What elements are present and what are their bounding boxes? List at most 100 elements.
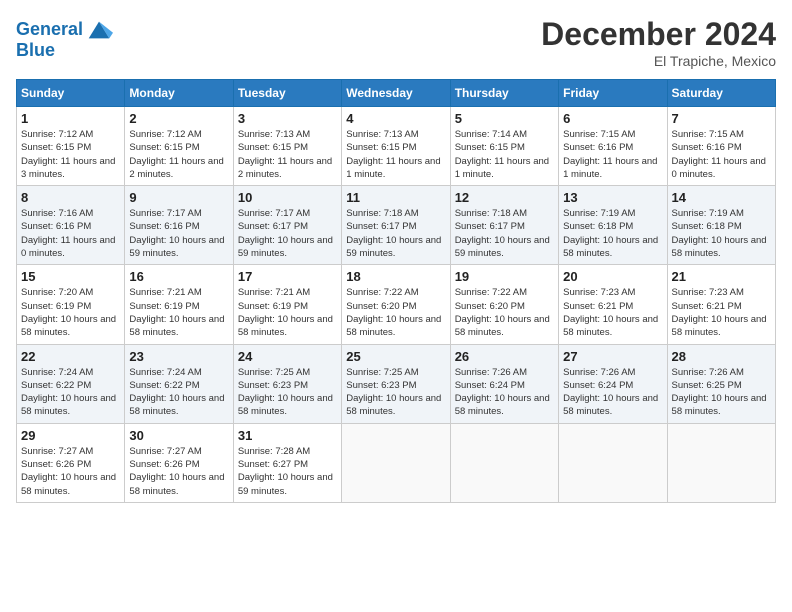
calendar-cell: 26 Sunrise: 7:26 AMSunset: 6:24 PMDayligh… <box>450 344 558 423</box>
calendar-cell: 4 Sunrise: 7:13 AMSunset: 6:15 PMDaylight… <box>342 107 450 186</box>
day-info: Sunrise: 7:28 AMSunset: 6:27 PMDaylight:… <box>238 445 337 498</box>
calendar-cell: 25Sunrise: 7:25 AMSunset: 6:23 PMDayligh… <box>342 344 450 423</box>
calendar-week-row: 1 Sunrise: 7:12 AMSunset: 6:15 PMDaylight… <box>17 107 776 186</box>
calendar-cell: 7 Sunrise: 7:15 AMSunset: 6:16 PMDaylight… <box>667 107 775 186</box>
month-title: December 2024 <box>541 16 776 53</box>
weekday-header-monday: Monday <box>125 80 233 107</box>
calendar-cell: 28Sunrise: 7:26 AMSunset: 6:25 PMDayligh… <box>667 344 775 423</box>
day-info: Sunrise: 7:12 AMSunset: 6:15 PMDaylight:… <box>129 128 228 181</box>
calendar-cell: 5 Sunrise: 7:14 AMSunset: 6:15 PMDaylight… <box>450 107 558 186</box>
day-number: 4 <box>346 111 445 126</box>
logo-text: General <box>16 19 83 41</box>
calendar-cell: 31 Sunrise: 7:28 AMSunset: 6:27 PMDayligh… <box>233 423 341 502</box>
day-info: Sunrise: 7:22 AMSunset: 6:20 PMDaylight:… <box>346 286 445 339</box>
day-info: Sunrise: 7:17 AMSunset: 6:17 PMDaylight:… <box>238 207 337 260</box>
day-info: Sunrise: 7:26 AMSunset: 6:24 PMDaylight:… <box>563 366 662 419</box>
calendar-cell: 29Sunrise: 7:27 AMSunset: 6:26 PMDayligh… <box>17 423 125 502</box>
day-number: 12 <box>455 190 554 205</box>
day-info: Sunrise: 7:20 AMSunset: 6:19 PMDaylight:… <box>21 286 120 339</box>
weekday-header-thursday: Thursday <box>450 80 558 107</box>
day-number: 24 <box>238 349 337 364</box>
day-number: 3 <box>238 111 337 126</box>
day-info: Sunrise: 7:18 AMSunset: 6:17 PMDaylight:… <box>346 207 445 260</box>
day-info: Sunrise: 7:16 AMSunset: 6:16 PMDaylight:… <box>21 207 120 260</box>
calendar-cell <box>667 423 775 502</box>
day-info: Sunrise: 7:12 AMSunset: 6:15 PMDaylight:… <box>21 128 120 181</box>
calendar-cell: 20 Sunrise: 7:23 AMSunset: 6:21 PMDayligh… <box>559 265 667 344</box>
day-number: 7 <box>672 111 771 126</box>
calendar-week-row: 8 Sunrise: 7:16 AMSunset: 6:16 PMDaylight… <box>17 186 776 265</box>
calendar-cell: 17 Sunrise: 7:21 AMSunset: 6:19 PMDayligh… <box>233 265 341 344</box>
day-number: 21 <box>672 269 771 284</box>
day-info: Sunrise: 7:14 AMSunset: 6:15 PMDaylight:… <box>455 128 554 181</box>
day-number: 2 <box>129 111 228 126</box>
day-number: 9 <box>129 190 228 205</box>
calendar-cell: 1 Sunrise: 7:12 AMSunset: 6:15 PMDaylight… <box>17 107 125 186</box>
calendar-cell: 13Sunrise: 7:19 AMSunset: 6:18 PMDayligh… <box>559 186 667 265</box>
day-number: 8 <box>21 190 120 205</box>
calendar-cell: 2 Sunrise: 7:12 AMSunset: 6:15 PMDaylight… <box>125 107 233 186</box>
day-number: 17 <box>238 269 337 284</box>
day-number: 29 <box>21 428 120 443</box>
day-number: 15 <box>21 269 120 284</box>
day-info: Sunrise: 7:27 AMSunset: 6:26 PMDaylight:… <box>129 445 228 498</box>
weekday-header-wednesday: Wednesday <box>342 80 450 107</box>
weekday-header-saturday: Saturday <box>667 80 775 107</box>
calendar-cell: 15 Sunrise: 7:20 AMSunset: 6:19 PMDayligh… <box>17 265 125 344</box>
calendar-cell: 18Sunrise: 7:22 AMSunset: 6:20 PMDayligh… <box>342 265 450 344</box>
calendar-cell: 24 Sunrise: 7:25 AMSunset: 6:23 PMDayligh… <box>233 344 341 423</box>
day-info: Sunrise: 7:13 AMSunset: 6:15 PMDaylight:… <box>346 128 445 181</box>
calendar-header-row: SundayMondayTuesdayWednesdayThursdayFrid… <box>17 80 776 107</box>
calendar-cell: 19Sunrise: 7:22 AMSunset: 6:20 PMDayligh… <box>450 265 558 344</box>
calendar-cell <box>450 423 558 502</box>
calendar-cell: 21 Sunrise: 7:23 AMSunset: 6:21 PMDayligh… <box>667 265 775 344</box>
logo: General Blue <box>16 16 113 61</box>
day-info: Sunrise: 7:23 AMSunset: 6:21 PMDaylight:… <box>563 286 662 339</box>
day-info: Sunrise: 7:17 AMSunset: 6:16 PMDaylight:… <box>129 207 228 260</box>
day-info: Sunrise: 7:26 AMSunset: 6:25 PMDaylight:… <box>672 366 771 419</box>
calendar-cell: 11 Sunrise: 7:18 AMSunset: 6:17 PMDayligh… <box>342 186 450 265</box>
calendar-cell: 14 Sunrise: 7:19 AMSunset: 6:18 PMDayligh… <box>667 186 775 265</box>
day-info: Sunrise: 7:22 AMSunset: 6:20 PMDaylight:… <box>455 286 554 339</box>
day-number: 1 <box>21 111 120 126</box>
calendar-cell <box>342 423 450 502</box>
calendar-cell: 16Sunrise: 7:21 AMSunset: 6:19 PMDayligh… <box>125 265 233 344</box>
day-number: 14 <box>672 190 771 205</box>
calendar-cell: 9 Sunrise: 7:17 AMSunset: 6:16 PMDaylight… <box>125 186 233 265</box>
calendar-cell: 23 Sunrise: 7:24 AMSunset: 6:22 PMDayligh… <box>125 344 233 423</box>
day-number: 23 <box>129 349 228 364</box>
calendar-cell: 3Sunrise: 7:13 AMSunset: 6:15 PMDaylight… <box>233 107 341 186</box>
day-number: 11 <box>346 190 445 205</box>
day-number: 30 <box>129 428 228 443</box>
calendar-table: SundayMondayTuesdayWednesdayThursdayFrid… <box>16 79 776 503</box>
calendar-week-row: 29 Sunrise: 7:27 AMSunset: 6:26 PMDayligh… <box>17 423 776 502</box>
calendar-week-row: 22 Sunrise: 7:24 AMSunset: 6:22 PMDayligh… <box>17 344 776 423</box>
day-info: Sunrise: 7:24 AMSunset: 6:22 PMDaylight:… <box>21 366 120 419</box>
day-info: Sunrise: 7:26 AMSunset: 6:24 PMDaylight:… <box>455 366 554 419</box>
logo-icon <box>85 16 113 44</box>
weekday-header-tuesday: Tuesday <box>233 80 341 107</box>
day-info: Sunrise: 7:19 AMSunset: 6:18 PMDaylight:… <box>672 207 771 260</box>
location-title: El Trapiche, Mexico <box>541 53 776 69</box>
day-number: 5 <box>455 111 554 126</box>
title-block: December 2024 El Trapiche, Mexico <box>541 16 776 69</box>
day-info: Sunrise: 7:24 AMSunset: 6:22 PMDaylight:… <box>129 366 228 419</box>
day-number: 31 <box>238 428 337 443</box>
day-number: 20 <box>563 269 662 284</box>
day-number: 6 <box>563 111 662 126</box>
calendar-cell: 30 Sunrise: 7:27 AMSunset: 6:26 PMDayligh… <box>125 423 233 502</box>
day-number: 13 <box>563 190 662 205</box>
calendar-cell: 6Sunrise: 7:15 AMSunset: 6:16 PMDaylight… <box>559 107 667 186</box>
day-number: 26 <box>455 349 554 364</box>
weekday-header-friday: Friday <box>559 80 667 107</box>
calendar-cell: 12Sunrise: 7:18 AMSunset: 6:17 PMDayligh… <box>450 186 558 265</box>
day-number: 27 <box>563 349 662 364</box>
day-info: Sunrise: 7:25 AMSunset: 6:23 PMDaylight:… <box>238 366 337 419</box>
day-info: Sunrise: 7:21 AMSunset: 6:19 PMDaylight:… <box>129 286 228 339</box>
day-info: Sunrise: 7:23 AMSunset: 6:21 PMDaylight:… <box>672 286 771 339</box>
day-info: Sunrise: 7:21 AMSunset: 6:19 PMDaylight:… <box>238 286 337 339</box>
day-number: 22 <box>21 349 120 364</box>
day-number: 10 <box>238 190 337 205</box>
day-info: Sunrise: 7:15 AMSunset: 6:16 PMDaylight:… <box>672 128 771 181</box>
calendar-cell: 10 Sunrise: 7:17 AMSunset: 6:17 PMDayligh… <box>233 186 341 265</box>
